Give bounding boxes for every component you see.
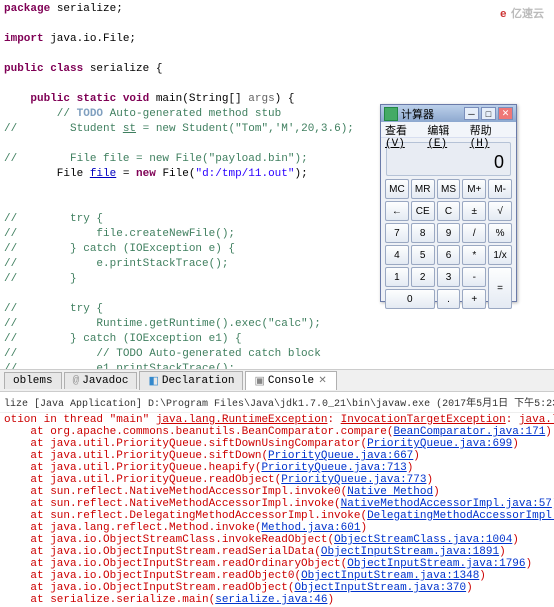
key-1[interactable]: 1 bbox=[385, 267, 409, 287]
key-4[interactable]: 4 bbox=[385, 245, 409, 265]
maximize-button[interactable]: □ bbox=[481, 107, 496, 120]
key-mr[interactable]: MR bbox=[411, 179, 435, 199]
tab-console[interactable]: ▣Console✕ bbox=[245, 371, 337, 390]
key-add[interactable]: + bbox=[462, 289, 486, 309]
minimize-button[interactable]: ─ bbox=[464, 107, 479, 120]
calculator-menubar[interactable]: 查看(V) 编辑(E) 帮助(H) bbox=[381, 122, 516, 138]
key-5[interactable]: 5 bbox=[411, 245, 435, 265]
key-neg[interactable]: ± bbox=[462, 201, 486, 221]
key-9[interactable]: 9 bbox=[437, 223, 461, 243]
tab-problems[interactable]: oblems bbox=[4, 372, 62, 389]
bottom-tabs: oblems @Javadoc ◧Declaration ▣Console✕ bbox=[0, 370, 554, 392]
tab-declaration[interactable]: ◧Declaration bbox=[139, 371, 243, 390]
key-back[interactable]: ← bbox=[385, 201, 409, 221]
run-header: lize [Java Application] D:\Program Files… bbox=[0, 392, 554, 413]
key-7[interactable]: 7 bbox=[385, 223, 409, 243]
declaration-icon: ◧ bbox=[148, 374, 158, 388]
tab-javadoc[interactable]: @Javadoc bbox=[64, 372, 138, 389]
key-div[interactable]: / bbox=[462, 223, 486, 243]
key-0[interactable]: 0 bbox=[385, 289, 435, 309]
key-mc[interactable]: MC bbox=[385, 179, 409, 199]
calculator-keypad: MC MR MS M+ M- ← CE C ± √ 7 8 9 / % 4 5 … bbox=[381, 178, 516, 313]
key-dot[interactable]: . bbox=[437, 289, 461, 309]
key-3[interactable]: 3 bbox=[437, 267, 461, 287]
key-pct[interactable]: % bbox=[488, 223, 512, 243]
console-pin-icon[interactable]: ✕ bbox=[317, 376, 328, 387]
key-c[interactable]: C bbox=[437, 201, 461, 221]
calculator-window[interactable]: 计算器 ─ □ ✕ 查看(V) 编辑(E) 帮助(H) 0 MC MR MS M… bbox=[380, 104, 517, 302]
console-output[interactable]: otion in thread "main" java.lang.Runtime… bbox=[0, 413, 554, 607]
key-ms[interactable]: MS bbox=[437, 179, 461, 199]
calculator-icon bbox=[384, 107, 398, 121]
key-8[interactable]: 8 bbox=[411, 223, 435, 243]
calculator-title: 计算器 bbox=[401, 106, 462, 122]
key-mul[interactable]: * bbox=[462, 245, 486, 265]
key-mminus[interactable]: M- bbox=[488, 179, 512, 199]
console-icon: ▣ bbox=[254, 374, 264, 388]
menu-edit[interactable]: 编辑(E) bbox=[427, 122, 461, 137]
brand-logo: e 亿速云 bbox=[500, 4, 544, 22]
key-mplus[interactable]: M+ bbox=[462, 179, 486, 199]
key-6[interactable]: 6 bbox=[437, 245, 461, 265]
close-button[interactable]: ✕ bbox=[498, 107, 513, 120]
key-sub[interactable]: - bbox=[462, 267, 486, 287]
key-ce[interactable]: CE bbox=[411, 201, 435, 221]
key-eq[interactable]: = bbox=[488, 267, 512, 309]
key-2[interactable]: 2 bbox=[411, 267, 435, 287]
menu-view[interactable]: 查看(V) bbox=[385, 122, 419, 137]
calculator-titlebar[interactable]: 计算器 ─ □ ✕ bbox=[381, 105, 516, 122]
key-sqrt[interactable]: √ bbox=[488, 201, 512, 221]
menu-help[interactable]: 帮助(H) bbox=[470, 122, 504, 137]
key-recip[interactable]: 1/x bbox=[488, 245, 512, 265]
